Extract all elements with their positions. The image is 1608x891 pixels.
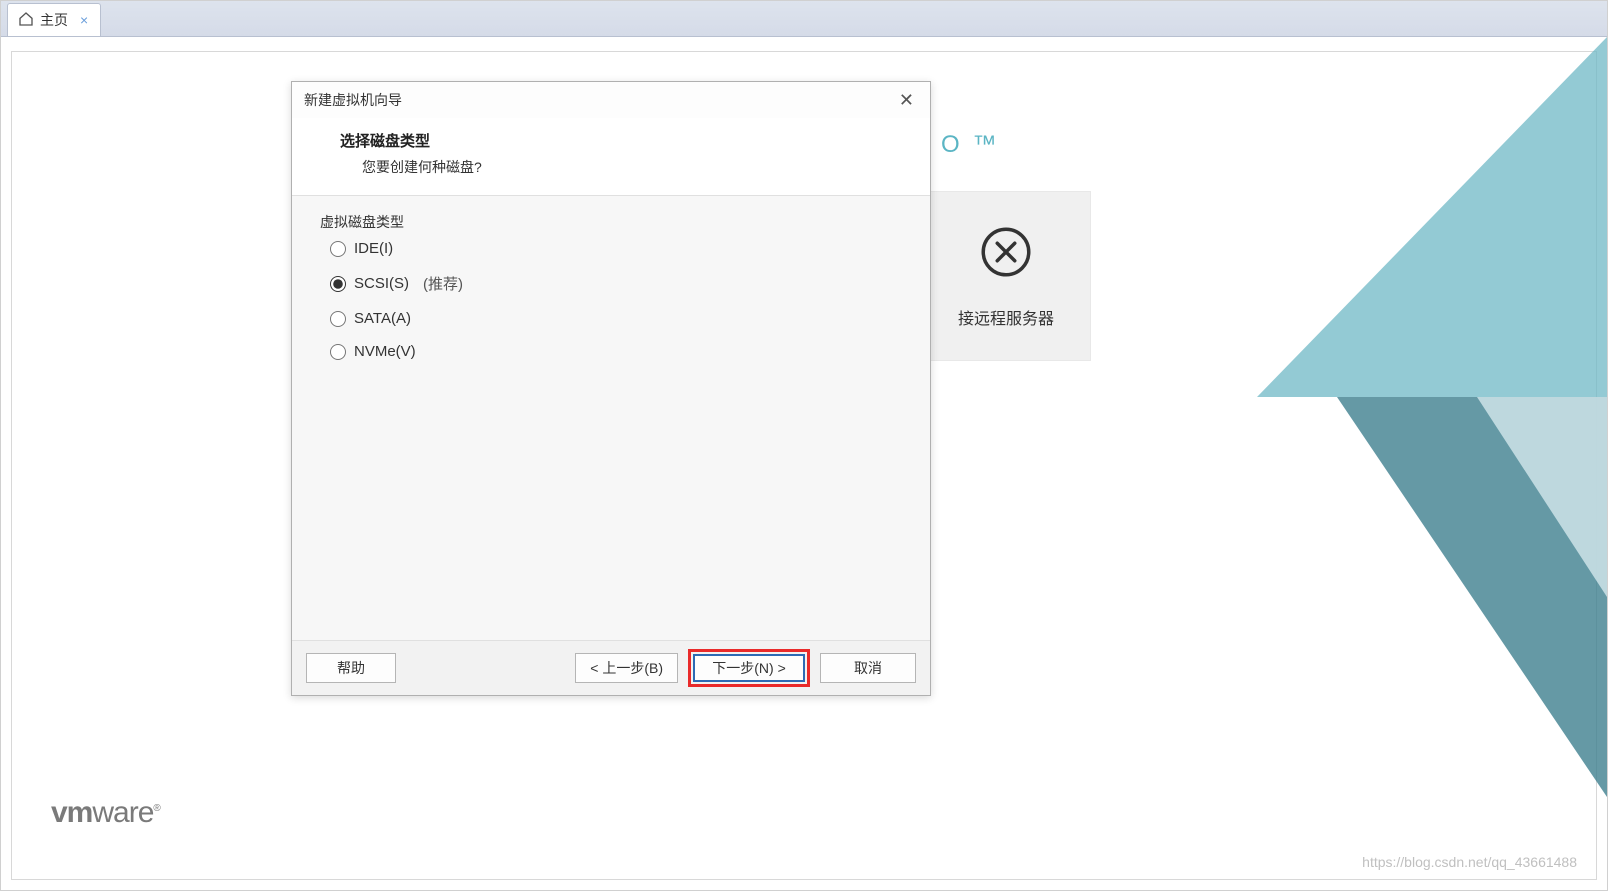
- remote-connect-icon: [978, 224, 1034, 285]
- dialog-header: 选择磁盘类型 您要创建何种磁盘?: [292, 118, 930, 196]
- radio-scsi[interactable]: [330, 276, 346, 292]
- vmware-logo: vmware®: [51, 796, 160, 830]
- next-button[interactable]: 下一步(N) >: [693, 654, 805, 682]
- dialog-body: 虚拟磁盘类型 IDE(I) SCSI(S) (推荐) SATA(A): [292, 196, 930, 640]
- radio-option-scsi[interactable]: SCSI(S) (推荐): [326, 265, 896, 302]
- tab-home[interactable]: 主页 ×: [7, 3, 101, 36]
- close-icon[interactable]: ✕: [895, 86, 918, 115]
- tile-label: 接远程服务器: [958, 305, 1054, 329]
- app-window: 主页 × O ™ 接远程服务器 vmware® https://blog.csd…: [0, 0, 1608, 891]
- tab-close-icon[interactable]: ×: [80, 12, 88, 28]
- radio-option-nvme[interactable]: NVMe(V): [326, 335, 896, 368]
- disk-type-group: 虚拟磁盘类型 IDE(I) SCSI(S) (推荐) SATA(A): [310, 214, 912, 378]
- radio-option-sata[interactable]: SATA(A): [326, 302, 896, 335]
- back-button[interactable]: < 上一步(B): [575, 653, 678, 683]
- dialog-title: 新建虚拟机向导: [304, 90, 402, 110]
- watermark-text: https://blog.csdn.net/qq_43661488: [1362, 854, 1577, 870]
- radio-label: IDE(I): [354, 240, 393, 257]
- dialog-heading: 选择磁盘类型: [340, 130, 910, 151]
- tab-bar: 主页 ×: [1, 1, 1607, 37]
- group-label: 虚拟磁盘类型: [314, 212, 410, 232]
- home-icon: [18, 11, 34, 30]
- radio-nvme[interactable]: [330, 344, 346, 360]
- tab-label: 主页: [40, 10, 68, 30]
- cancel-button[interactable]: 取消: [820, 653, 916, 683]
- radio-option-ide[interactable]: IDE(I): [326, 232, 896, 265]
- radio-sata[interactable]: [330, 311, 346, 327]
- dialog-titlebar: 新建虚拟机向导 ✕: [292, 82, 930, 118]
- help-button[interactable]: 帮助: [306, 653, 396, 683]
- radio-label: SATA(A): [354, 310, 411, 327]
- new-vm-wizard-dialog: 新建虚拟机向导 ✕ 选择磁盘类型 您要创建何种磁盘? 虚拟磁盘类型 IDE(I)…: [291, 81, 931, 696]
- next-button-highlight: 下一步(N) >: [688, 649, 810, 687]
- dialog-footer: 帮助 < 上一步(B) 下一步(N) > 取消: [292, 640, 930, 695]
- radio-label: NVMe(V): [354, 343, 416, 360]
- dialog-subheading: 您要创建何种磁盘?: [362, 157, 910, 177]
- brand-suffix: O ™: [941, 131, 999, 159]
- radio-hint: (推荐): [423, 273, 463, 294]
- radio-ide[interactable]: [330, 241, 346, 257]
- radio-label: SCSI(S): [354, 275, 409, 292]
- action-tile-remote[interactable]: 接远程服务器: [921, 191, 1091, 361]
